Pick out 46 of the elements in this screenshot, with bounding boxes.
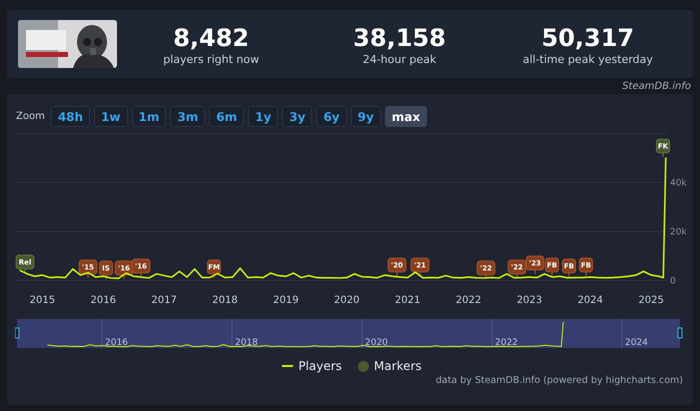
navigator-handle[interactable] xyxy=(678,328,682,338)
axis-label: 2020 xyxy=(334,295,360,305)
credit-text: SteamDB.info xyxy=(622,81,691,92)
axis-label: 40k xyxy=(670,178,687,188)
stat-value: 8,482 xyxy=(173,22,250,52)
axis-label: 2020 xyxy=(365,338,388,348)
legend-item[interactable]: Players xyxy=(282,359,342,373)
stat-value: 50,317 xyxy=(542,22,634,52)
stat-label: players right now xyxy=(163,52,260,66)
axis-label: 0 xyxy=(670,276,676,286)
navigator-handle[interactable] xyxy=(15,328,20,338)
zoom-button[interactable]: 1y xyxy=(248,106,278,127)
axis-label: 2019 xyxy=(273,295,299,305)
stat-label: 24-hour peak xyxy=(362,52,436,66)
zoom-button[interactable]: 1m xyxy=(132,106,166,127)
axis-label: 2024 xyxy=(578,295,604,305)
axis-label: 2022 xyxy=(456,295,482,305)
zoom-button[interactable]: 6y xyxy=(316,106,347,127)
axis-label: 2024 xyxy=(625,338,648,348)
axis-label: 2016 xyxy=(105,338,128,348)
axis-label: 2017 xyxy=(151,295,177,305)
legend-item[interactable]: Markers xyxy=(358,359,422,373)
zoom-button[interactable]: 1w xyxy=(94,106,128,127)
stat-value: 38,158 xyxy=(353,22,446,52)
zoom-label: Zoom xyxy=(16,111,45,122)
legend-label: Players xyxy=(298,359,342,373)
axis-label: 2018 xyxy=(235,338,258,348)
axis-label: 20k xyxy=(670,228,687,238)
axis-label: 2022 xyxy=(495,338,518,348)
axis-label: 2021 xyxy=(394,295,420,305)
zoom-button[interactable]: 9y xyxy=(350,106,381,127)
zoom-button[interactable]: 3m xyxy=(170,106,206,127)
dot-icon xyxy=(358,360,369,372)
zoom-button[interactable]: 6m xyxy=(209,106,244,127)
zoom-button[interactable]: 3y xyxy=(282,106,312,127)
axis-label: 2015 xyxy=(30,295,56,305)
stat-label: all-time peak yesterday xyxy=(522,52,653,66)
credit-text: data by SteamDB.info (powered by highcharts.com) xyxy=(436,375,683,386)
axis-label: 2016 xyxy=(90,295,116,305)
axis-label: 2025 xyxy=(638,295,664,305)
zoom-button[interactable]: 48h xyxy=(50,106,90,127)
axis-label: 2023 xyxy=(516,295,542,305)
legend-label: Markers xyxy=(374,359,422,373)
axis-label: 2018 xyxy=(212,295,238,305)
navigator-background[interactable] xyxy=(17,319,680,348)
zoom-button[interactable]: max xyxy=(384,106,428,127)
